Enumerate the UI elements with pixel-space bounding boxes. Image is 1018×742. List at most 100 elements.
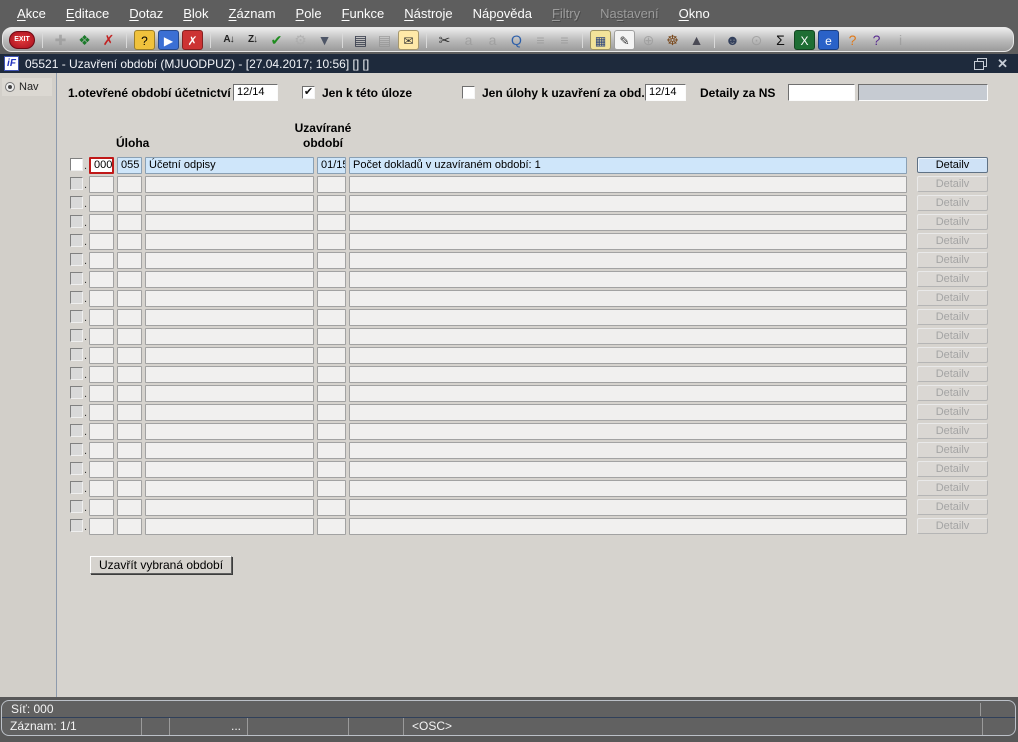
save-query-icon[interactable]: ? [134,29,155,50]
period-field [317,214,346,231]
row-checkbox [70,291,83,304]
details-ns-field[interactable] [788,84,855,101]
period-field [317,404,346,421]
close-window-icon[interactable]: ✕ [997,57,1008,70]
only-close-label: Jen úlohy k uzavření za obd. [482,86,645,100]
task-field [117,214,142,231]
row-checkbox [70,253,83,266]
statusbar-segment: Záznam: 1/1 [2,718,142,735]
mail-icon[interactable]: ✉ [398,29,419,50]
only-close-period-field[interactable]: 12/14 [645,84,686,101]
task-field [117,233,142,250]
menu-zaznam[interactable]: Záznam [220,3,285,24]
task-name-field [145,385,314,402]
zoom-icon[interactable]: Q [506,30,527,50]
row-checkbox [70,424,83,437]
sort-descending-icon[interactable]: Z↓ [242,30,263,50]
statusbar-segment [142,718,170,735]
calendar-card-icon[interactable]: ▦ [590,29,611,50]
task-name-field [145,423,314,440]
period-field [317,347,346,364]
commit-icon[interactable]: ✔ [266,30,287,50]
clock-icon: ⊙ [750,31,763,48]
info-field [349,176,907,193]
excel-icon[interactable]: X [794,29,815,50]
table-row: . Detailv [0,385,1018,404]
info-field[interactable]: Počet dokladů v uzavíraném období: 1 [349,157,907,174]
nav-label: Nav [19,81,39,93]
sort-ascending-icon[interactable]: A↓ [218,30,239,50]
info-field [349,233,907,250]
menu-dotaz[interactable]: Dotaz [120,3,172,24]
tools-icon: ⚙ [294,31,307,48]
task-name-field [145,480,314,497]
task-field [117,347,142,364]
only-close-checkbox[interactable]: ✔ [462,86,475,99]
period-field [317,499,346,516]
open-period-field[interactable]: 12/14 [233,84,278,101]
info-field [349,499,907,516]
delete-record-icon[interactable]: ✗ [98,30,119,50]
help-wizard-icon[interactable]: ? [842,30,863,50]
unit-field [89,290,114,307]
row-dot: . [84,293,88,305]
menu-nastroje[interactable]: Nástroje [395,3,461,24]
task-field[interactable]: 055 [117,157,142,174]
print-icon[interactable]: ▤ [350,30,371,50]
table-row: . Detailv [0,480,1018,499]
close-selected-periods-button[interactable]: Uzavřít vybraná období [90,556,233,574]
row-checkbox [70,386,83,399]
unit-field [89,518,114,535]
menu-blok[interactable]: Blok [174,3,217,24]
prism-icon[interactable]: ▲ [686,30,707,50]
row-checkbox [70,177,83,190]
helm-icon[interactable]: ☸ [662,30,683,50]
rows: . 000 055 Účetní odpisy 01/15 Počet dokladů v… [0,157,1018,537]
exit-button[interactable]: EXIT [9,30,35,49]
copy-icon: a [464,31,473,48]
task-name-field[interactable]: Účetní odpisy [145,157,314,174]
only-this-task-checkbox[interactable]: ✔ [302,86,315,99]
row-dot: . [84,160,88,172]
nav-tab[interactable]: Nav [2,78,52,96]
browser-icon[interactable]: e [818,29,839,50]
menu-okno[interactable]: Okno [670,3,719,24]
document-edit-icon[interactable]: ✎ [614,29,635,50]
toolbar-band: EXIT ✚ ❖ ✗? ▶ ✗ A↓ Z↓ ✔ ⚙ ▼ ▤ ▤ ✉ ✂ a a Q ≡ ≡ ▦ ✎ ⊕ ☸ ▲ ☻ ⊙ Σ Xe?? i [0,26,1018,54]
detail-button[interactable]: Detailv [917,157,988,173]
detail-button: Detailv [917,214,988,230]
only-this-task-label: Jen k této úloze [322,86,413,100]
period-field [317,271,346,288]
period-field [317,366,346,383]
row-checkbox[interactable] [70,158,83,171]
duplicate-record-icon[interactable]: ❖ [74,30,95,50]
menu-filtry: Filtry [551,5,581,21]
execute-query-icon[interactable]: ▶ [158,29,179,50]
task-name-field [145,290,314,307]
row-dot: . [84,236,88,248]
sum-icon[interactable]: Σ [770,30,791,50]
menu-napoveda[interactable]: Nápověda [464,3,541,24]
task-name-field [145,499,314,516]
menu-funkce[interactable]: Funkce [333,3,394,24]
row-checkbox [70,196,83,209]
user-report-icon[interactable]: ☻ [722,30,743,50]
menu-akce[interactable]: Akce [8,3,55,24]
unit-field [89,347,114,364]
cut-icon[interactable]: ✂ [434,30,455,50]
help-icon[interactable]: ? [866,30,887,50]
cancel-query-icon[interactable]: ✗ [182,29,203,50]
unit-field [89,499,114,516]
task-field [117,271,142,288]
menu-editace[interactable]: Editace [57,3,118,24]
unit-field[interactable]: 000 [89,157,114,174]
task-name-field [145,328,314,345]
row-dot: . [84,426,88,438]
detail-button: Detailv [917,309,988,325]
menu-pole[interactable]: Pole [287,3,331,24]
restore-window-icon[interactable] [974,57,988,70]
filter-icon[interactable]: ▼ [314,30,335,50]
period-field[interactable]: 01/15 [317,157,346,174]
task-name-field [145,214,314,231]
row-checkbox [70,405,83,418]
